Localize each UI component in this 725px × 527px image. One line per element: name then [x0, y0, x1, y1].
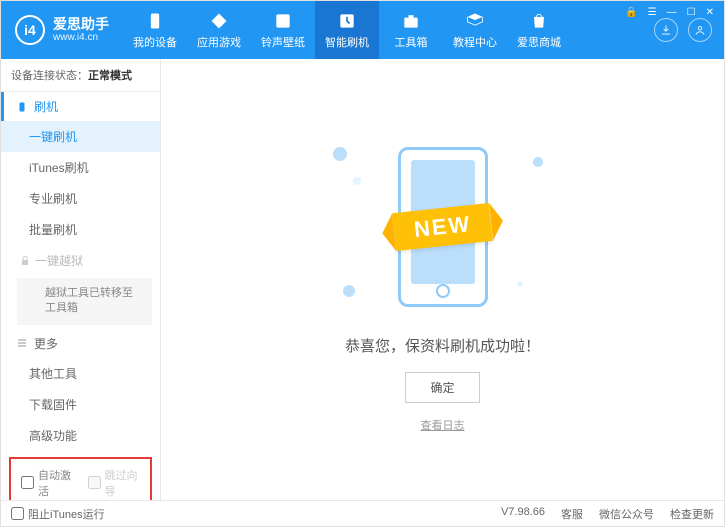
- nav-store[interactable]: 爱思商城: [507, 1, 571, 59]
- success-illustration: NEW: [323, 137, 563, 317]
- checkbox-skip-guide-input: [88, 476, 101, 489]
- confirm-button[interactable]: 确定: [405, 372, 479, 403]
- nav-tutorials[interactable]: 教程中心: [443, 1, 507, 59]
- sidebar-item-download-firmware[interactable]: 下载固件: [1, 389, 160, 420]
- sidebar-item-advanced[interactable]: 高级功能: [1, 420, 160, 451]
- menu-icon[interactable]: ☰: [646, 5, 659, 20]
- main-content: NEW 恭喜您，保资料刷机成功啦！ 确定 查看日志: [161, 59, 724, 500]
- maximize-icon[interactable]: ☐: [685, 5, 698, 20]
- store-icon: [529, 11, 549, 31]
- sidebar-item-pro-flash[interactable]: 专业刷机: [1, 183, 160, 214]
- options-highlight-box: 自动激活 跳过向导: [9, 457, 152, 500]
- checkbox-auto-activate-input[interactable]: [21, 476, 34, 489]
- connection-status: 设备连接状态：正常模式: [1, 59, 160, 92]
- header: i4 爱思助手 www.i4.cn 我的设备 应用游戏 铃声壁纸 智能刷机: [1, 1, 724, 59]
- apps-icon: [209, 11, 229, 31]
- tutorial-icon: [465, 11, 485, 31]
- sidebar-group-jailbreak: 一键越狱: [1, 245, 160, 276]
- logo-icon: i4: [15, 15, 45, 45]
- main-nav: 我的设备 应用游戏 铃声壁纸 智能刷机 工具箱 教程中心: [123, 1, 654, 59]
- sidebar-group-more[interactable]: 更多: [1, 329, 160, 358]
- checkbox-block-itunes[interactable]: 阻止iTunes运行: [11, 506, 105, 522]
- nav-apps-games[interactable]: 应用游戏: [187, 1, 251, 59]
- device-icon: [145, 11, 165, 31]
- user-button[interactable]: [688, 18, 712, 42]
- lock-icon[interactable]: 🔒: [623, 5, 639, 20]
- jailbreak-note: 越狱工具已转移至工具箱: [17, 278, 152, 325]
- flash-icon: [337, 11, 357, 31]
- nav-ringtones[interactable]: 铃声壁纸: [251, 1, 315, 59]
- app-title: 爱思助手: [53, 16, 109, 33]
- sidebar: 设备连接状态：正常模式 刷机 一键刷机 iTunes刷机 专业刷机 批量刷机 一…: [1, 59, 161, 500]
- app-subtitle: www.i4.cn: [53, 32, 109, 44]
- download-button[interactable]: [654, 18, 678, 42]
- checkbox-skip-guide[interactable]: 跳过向导: [88, 467, 141, 499]
- footer-link-support[interactable]: 客服: [561, 506, 583, 522]
- sidebar-item-batch-flash[interactable]: 批量刷机: [1, 214, 160, 245]
- nav-toolbox[interactable]: 工具箱: [379, 1, 443, 59]
- view-log-link[interactable]: 查看日志: [421, 417, 465, 433]
- sidebar-item-oneclick-flash[interactable]: 一键刷机: [1, 121, 160, 152]
- footer-link-wechat[interactable]: 微信公众号: [599, 506, 654, 522]
- close-icon[interactable]: ✕: [704, 5, 716, 20]
- nav-my-device[interactable]: 我的设备: [123, 1, 187, 59]
- footer-link-update[interactable]: 检查更新: [670, 506, 714, 522]
- checkbox-block-itunes-input[interactable]: [11, 507, 24, 520]
- sidebar-group-flash[interactable]: 刷机: [1, 92, 160, 121]
- version-label: V7.98.66: [501, 506, 545, 522]
- ringtone-icon: [273, 11, 293, 31]
- logo: i4 爱思助手 www.i4.cn: [1, 1, 123, 59]
- phone-icon: [16, 101, 28, 113]
- sidebar-item-itunes-flash[interactable]: iTunes刷机: [1, 152, 160, 183]
- sidebar-item-other-tools[interactable]: 其他工具: [1, 358, 160, 389]
- toolbox-icon: [401, 11, 421, 31]
- list-icon: [16, 337, 28, 349]
- nav-smart-flash[interactable]: 智能刷机: [315, 1, 379, 59]
- footer: 阻止iTunes运行 V7.98.66 客服 微信公众号 检查更新: [1, 500, 724, 526]
- success-message: 恭喜您，保资料刷机成功啦！: [345, 335, 540, 356]
- checkbox-auto-activate[interactable]: 自动激活: [21, 467, 74, 499]
- lock-icon: [19, 255, 31, 267]
- minimize-icon[interactable]: —: [665, 5, 679, 20]
